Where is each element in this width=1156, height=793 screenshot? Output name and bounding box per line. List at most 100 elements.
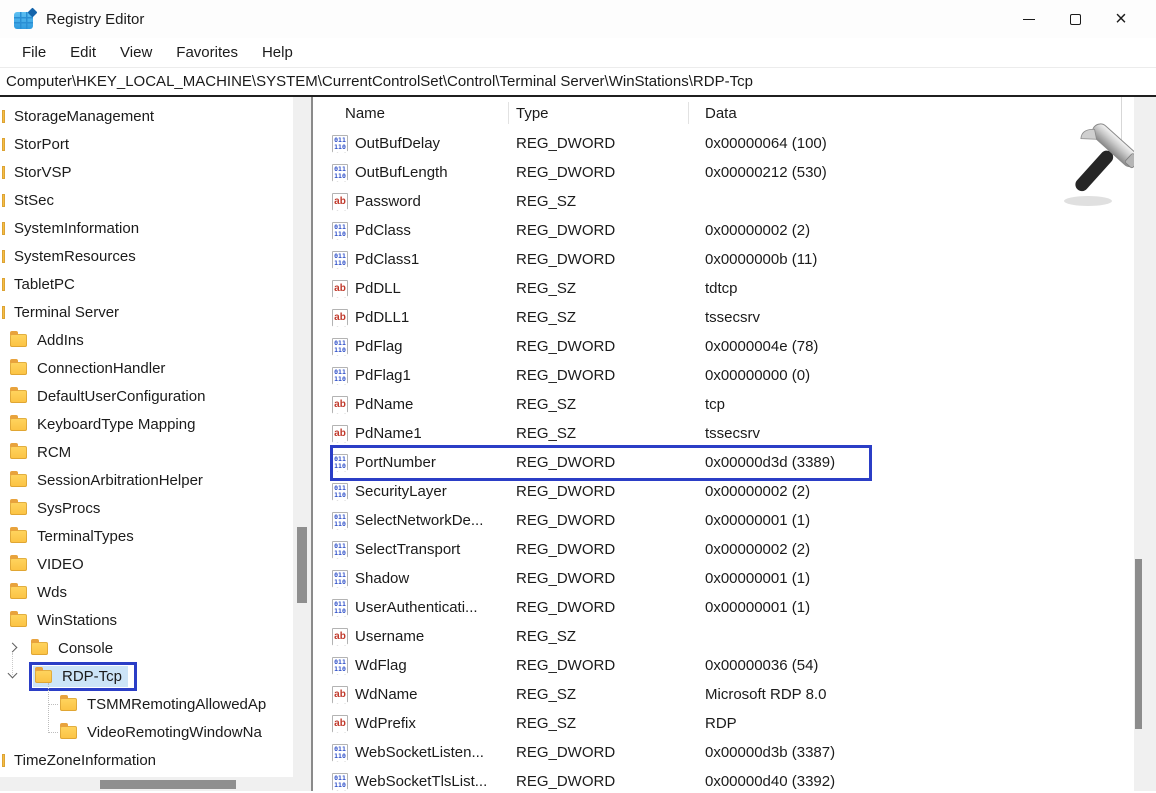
reg-dword-icon: 011110	[332, 251, 348, 269]
value-row-outbufdelay[interactable]: 011110OutBufDelayREG_DWORD0x00000064 (10…	[318, 129, 1134, 158]
tree-item-winstations[interactable]: WinStations	[0, 606, 293, 634]
column-separator[interactable]	[1121, 102, 1122, 124]
value-row-pdflag1[interactable]: 011110PdFlag1REG_DWORD0x00000000 (0)	[318, 361, 1134, 390]
column-header-type[interactable]: Type	[508, 97, 688, 129]
menu-view[interactable]: View	[108, 41, 164, 64]
value-row-pdclass1[interactable]: 011110PdClass1REG_DWORD0x0000000b (11)	[318, 245, 1134, 274]
tree-item-storagemanagement[interactable]: StorageManagement	[0, 102, 293, 130]
tree-horizontal-scrollbar[interactable]	[0, 777, 293, 791]
address-bar[interactable]: Computer\HKEY_LOCAL_MACHINE\SYSTEM\Curre…	[0, 68, 1156, 97]
value-data: 0x0000000b (11)	[688, 251, 1134, 268]
value-row-securitylayer[interactable]: 011110SecurityLayerREG_DWORD0x00000002 (…	[318, 477, 1134, 506]
tree-item-tabletpc[interactable]: TabletPC	[0, 270, 293, 298]
tree-item-tsmmremotingallowedap[interactable]: TSMMRemotingAllowedAp	[0, 690, 293, 718]
column-header-name[interactable]: Name	[318, 97, 508, 129]
tree-vertical-scrollbar-thumb[interactable]	[297, 527, 307, 603]
value-row-pddll[interactable]: abPdDLLREG_SZtdtcp	[318, 274, 1134, 303]
folder-icon	[2, 222, 5, 235]
tree-item-label: RDP-Tcp	[58, 667, 126, 686]
value-type: REG_SZ	[508, 715, 688, 732]
value-row-username[interactable]: abUsernameREG_SZ	[318, 622, 1134, 651]
tree-item-video[interactable]: VIDEO	[0, 550, 293, 578]
folder-icon	[60, 698, 77, 711]
pane-divider[interactable]	[311, 97, 318, 791]
registry-tree-pane: StorageManagementStorPortStorVSPStSecSys…	[0, 97, 311, 791]
value-row-pddll1[interactable]: abPdDLL1REG_SZtssecsrv	[318, 303, 1134, 332]
chevron-right-icon[interactable]	[5, 640, 21, 656]
maximize-button[interactable]	[1052, 0, 1098, 38]
tree-item-sessionarbitrationhelper[interactable]: SessionArbitrationHelper	[0, 466, 293, 494]
tree-item-label: VideoRemotingWindowNa	[83, 723, 266, 742]
menu-favorites[interactable]: Favorites	[164, 41, 250, 64]
tree-item-systeminformation[interactable]: SystemInformation	[0, 214, 293, 242]
tree-item-terminaltypes[interactable]: TerminalTypes	[0, 522, 293, 550]
value-row-wdname[interactable]: abWdNameREG_SZMicrosoft RDP 8.0	[318, 680, 1134, 709]
close-button[interactable]: ×	[1098, 0, 1144, 38]
list-vertical-scrollbar-thumb[interactable]	[1135, 559, 1142, 729]
tree-item-keyboardtype-mapping[interactable]: KeyboardType Mapping	[0, 410, 293, 438]
menu-help[interactable]: Help	[250, 41, 305, 64]
tree-item-connectionhandler[interactable]: ConnectionHandler	[0, 354, 293, 382]
tree-item-systemresources[interactable]: SystemResources	[0, 242, 293, 270]
value-row-userauthenticati[interactable]: 011110UserAuthenticati...REG_DWORD0x0000…	[318, 593, 1134, 622]
value-row-websocketlisten[interactable]: 011110WebSocketListen...REG_DWORD0x00000…	[318, 738, 1134, 767]
value-data: 0x00000001 (1)	[688, 570, 1134, 587]
column-separator[interactable]	[508, 102, 509, 124]
value-data: 0x0000004e (78)	[688, 338, 1134, 355]
tree-item-storport[interactable]: StorPort	[0, 130, 293, 158]
menu-edit[interactable]: Edit	[58, 41, 108, 64]
value-row-selecttransport[interactable]: 011110SelectTransportREG_DWORD0x00000002…	[318, 535, 1134, 564]
tree-item-label: AddIns	[33, 331, 88, 350]
chevron-down-icon[interactable]	[5, 668, 21, 684]
tree-item-label: TSMMRemotingAllowedAp	[83, 695, 270, 714]
tree-vertical-scrollbar[interactable]	[293, 97, 311, 791]
value-row-wdprefix[interactable]: abWdPrefixREG_SZRDP	[318, 709, 1134, 738]
tree-item-label: VIDEO	[33, 555, 88, 574]
tree-item-stsec[interactable]: StSec	[0, 186, 293, 214]
column-header-data[interactable]: Data	[688, 97, 1156, 129]
value-data: 0x00000212 (530)	[688, 164, 1134, 181]
tree-item-timezoneinformation[interactable]: TimeZoneInformation	[0, 746, 293, 774]
value-row-pdname1[interactable]: abPdName1REG_SZtssecsrv	[318, 419, 1134, 448]
reg-sz-icon: ab	[332, 280, 348, 298]
value-row-websockettlslist[interactable]: 011110WebSocketTlsList...REG_DWORD0x0000…	[318, 767, 1134, 791]
value-row-outbuflength[interactable]: 011110OutBufLengthREG_DWORD0x00000212 (5…	[318, 158, 1134, 187]
tree-item-sysprocs[interactable]: SysProcs	[0, 494, 293, 522]
registry-editor-app-icon	[14, 9, 36, 29]
list-vertical-scrollbar[interactable]	[1134, 97, 1156, 791]
value-row-pdname[interactable]: abPdNameREG_SZtcp	[318, 390, 1134, 419]
tree-item-videoremotingwindowna[interactable]: VideoRemotingWindowNa	[0, 718, 293, 746]
tree-item-label: SysProcs	[33, 499, 104, 518]
tree-horizontal-scrollbar-thumb[interactable]	[100, 780, 236, 789]
value-row-pdclass[interactable]: 011110PdClassREG_DWORD0x00000002 (2)	[318, 216, 1134, 245]
reg-dword-icon: 011110	[332, 222, 348, 240]
tree-connector-line	[12, 653, 13, 675]
tree-item-terminal-server[interactable]: Terminal Server	[0, 298, 293, 326]
value-row-selectnetworkde[interactable]: 011110SelectNetworkDe...REG_DWORD0x00000…	[318, 506, 1134, 535]
tree-connector	[48, 704, 58, 705]
list-header: Name Type Data	[318, 97, 1156, 129]
value-type: REG_DWORD	[508, 251, 688, 268]
tree-item-rcm[interactable]: RCM	[0, 438, 293, 466]
tree-item-defaultuserconfiguration[interactable]: DefaultUserConfiguration	[0, 382, 293, 410]
tree-item-wds[interactable]: Wds	[0, 578, 293, 606]
value-data: tdtcp	[688, 280, 1134, 297]
minimize-icon	[1023, 19, 1035, 20]
menu-file[interactable]: File	[10, 41, 58, 64]
folder-icon	[10, 334, 27, 347]
value-row-shadow[interactable]: 011110ShadowREG_DWORD0x00000001 (1)	[318, 564, 1134, 593]
tree-item-label: RCM	[33, 443, 75, 462]
maximize-icon	[1070, 14, 1081, 25]
tree-item-addins[interactable]: AddIns	[0, 326, 293, 354]
value-row-pdflag[interactable]: 011110PdFlagREG_DWORD0x0000004e (78)	[318, 332, 1134, 361]
minimize-button[interactable]	[1006, 0, 1052, 38]
tree-item-console[interactable]: Console	[0, 634, 293, 662]
value-row-wdflag[interactable]: 011110WdFlagREG_DWORD0x00000036 (54)	[318, 651, 1134, 680]
value-row-password[interactable]: abPasswordREG_SZ	[318, 187, 1134, 216]
tree-item-rdp-tcp[interactable]: RDP-Tcp	[0, 662, 293, 690]
tree-item-storvsp[interactable]: StorVSP	[0, 158, 293, 186]
reg-dword-icon: 011110	[332, 338, 348, 356]
value-data: 0x00000064 (100)	[688, 135, 1134, 152]
value-data: 0x00000002 (2)	[688, 483, 1134, 500]
column-separator[interactable]	[688, 102, 689, 124]
